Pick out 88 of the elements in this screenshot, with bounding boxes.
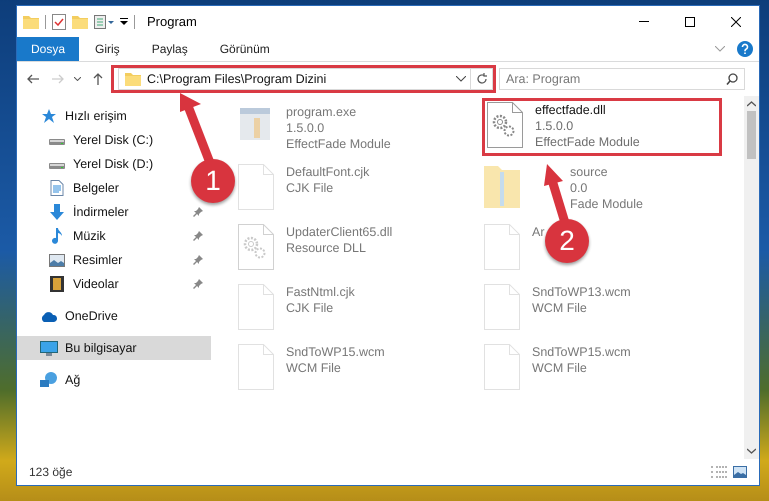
picture-icon	[49, 254, 65, 266]
address-path: C:\Program Files\Program Dizini	[147, 72, 328, 86]
pin-icon[interactable]	[193, 231, 203, 241]
sidebar-item[interactable]: Ağ	[17, 368, 88, 392]
computer-monitor-icon	[40, 340, 58, 356]
file-name[interactable]: source	[570, 164, 643, 180]
dropdown-arrow-icon[interactable]	[120, 18, 128, 26]
folder-icon	[125, 72, 142, 86]
address-bar[interactable]: C:\Program Files\Program Dizini	[118, 68, 472, 90]
network-icon	[40, 372, 58, 388]
highlighted-file-tile[interactable]: effectfade.dll 1.5.0.0 EffectFade Module	[482, 98, 722, 156]
maximize-icon	[685, 16, 695, 26]
pin-icon[interactable]	[193, 207, 203, 217]
file-detail: EffectFade Module	[286, 136, 391, 152]
file-detail: WCM File	[532, 360, 588, 376]
forward-arrow-icon	[52, 74, 64, 84]
up-arrow-icon	[92, 73, 103, 85]
blank-file-icon	[484, 284, 520, 330]
sidebar-item[interactable]: Videolar	[17, 272, 211, 296]
back-arrow-icon	[27, 74, 40, 84]
search-field[interactable]: Ara: Program	[499, 68, 746, 90]
sidebar-item[interactable]: Müzik	[17, 224, 211, 248]
help-icon[interactable]	[737, 41, 753, 57]
file-detail: WCM File	[286, 360, 342, 376]
sidebar-item[interactable]: Belgeler	[17, 176, 127, 200]
close-icon	[731, 16, 741, 26]
blank-file-icon	[238, 164, 274, 210]
file-detail: 1.5.0.0	[535, 118, 574, 134]
ribbon-tab[interactable]: Giriş	[79, 37, 136, 61]
file-detail: CJK File	[286, 180, 334, 196]
refresh-icon	[476, 73, 488, 85]
file-detail: 0.0	[570, 180, 588, 196]
blank-file-icon	[238, 284, 274, 330]
details-view-icon[interactable]	[711, 466, 727, 478]
film-icon	[50, 276, 64, 292]
blank-file-icon	[238, 344, 274, 390]
ribbon-tab[interactable]: Dosya	[17, 37, 80, 61]
file-detail: Resource DLL	[286, 240, 367, 256]
gear-file-icon	[487, 102, 523, 148]
large-icons-view-icon[interactable]	[733, 466, 747, 478]
scroll-up-icon[interactable]	[747, 101, 756, 107]
sidebar-item[interactable]: Bu bilgisayar	[17, 336, 211, 360]
file-name[interactable]: Ar	[532, 224, 544, 240]
minimize-icon	[639, 21, 649, 22]
ribbon-tab[interactable]: Paylaş	[136, 37, 204, 61]
file-name[interactable]: program.exe	[286, 104, 391, 120]
file-detail: EffectFade Module	[535, 134, 640, 150]
blank-file-icon	[484, 344, 520, 390]
search-icon	[726, 73, 738, 85]
file-detail: Fade Module	[570, 196, 643, 212]
sidebar-item[interactable]: Yerel Disk (C:)	[17, 128, 162, 152]
sidebar-item[interactable]: İndirmeler	[17, 200, 211, 224]
sidebar-item[interactable]: Resimler	[17, 248, 211, 272]
sidebar-item[interactable]: Hızlı erişim	[17, 104, 135, 128]
chevron-down-icon[interactable]	[456, 76, 466, 82]
customize-toolbar-icon[interactable]	[94, 14, 114, 28]
file-name[interactable]: DefaultFont.cjk	[286, 164, 370, 180]
window-title: Program	[147, 14, 197, 29]
refresh-button[interactable]	[471, 68, 494, 90]
chevron-down-icon	[74, 77, 82, 81]
ribbon-tab[interactable]: Görünüm	[204, 37, 286, 61]
blank-file-icon	[484, 224, 520, 270]
file-name[interactable]: FastNtml.cjk	[286, 284, 355, 300]
gear-file-icon	[238, 224, 274, 270]
file-name[interactable]: SndToWP15.wcm	[286, 344, 385, 360]
file-detail: CJK File	[286, 300, 334, 316]
vertical-scrollbar[interactable]	[744, 96, 759, 459]
folder-icon	[23, 14, 39, 28]
zipped-folder-icon	[484, 164, 520, 208]
pin-icon[interactable]	[193, 279, 203, 289]
file-name[interactable]: SndToWP15.wcm	[532, 344, 631, 360]
properties-checklist-icon[interactable]	[52, 14, 66, 30]
scrollbar-thumb[interactable]	[747, 111, 756, 159]
star-icon	[41, 108, 57, 124]
download-arrow-icon	[49, 204, 65, 220]
document-icon	[50, 180, 64, 196]
file-detail: 1.5.0.0	[286, 120, 326, 136]
item-count: 123 öğe	[29, 465, 72, 479]
sidebar-item[interactable]: OneDrive	[17, 304, 126, 328]
file-name[interactable]: effectfade.dll	[535, 102, 640, 118]
cloud-icon	[40, 310, 58, 322]
sidebar-item[interactable]: Yerel Disk (D:)	[17, 152, 162, 176]
music-note-icon	[51, 228, 63, 244]
scroll-down-icon[interactable]	[747, 448, 756, 454]
file-name[interactable]: SndToWP13.wcm	[532, 284, 631, 300]
file-detail: WCM File	[532, 300, 588, 316]
pin-icon[interactable]	[193, 255, 203, 265]
file-name[interactable]: UpdaterClient65.dll	[286, 224, 392, 240]
